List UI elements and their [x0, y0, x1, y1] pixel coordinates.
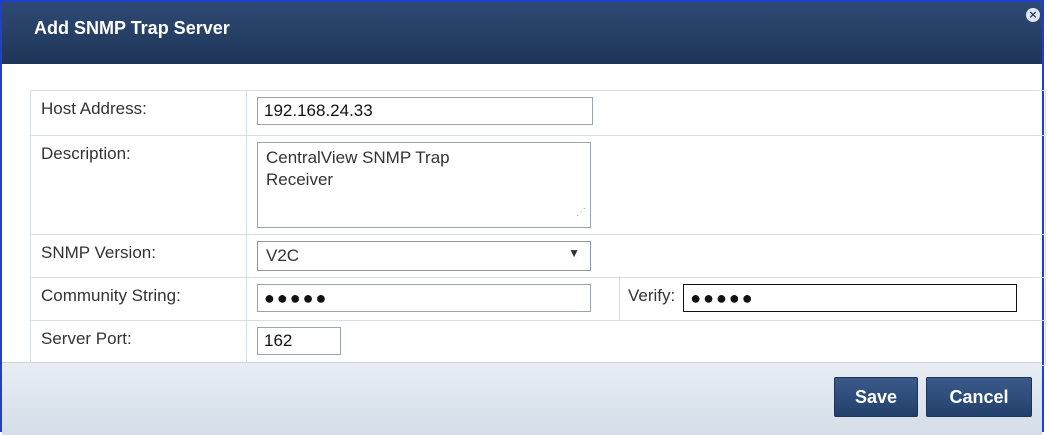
description-field-cell: CentralView SNMP Trap Receiver ⋰ — [247, 136, 1045, 234]
snmp-version-select[interactable]: V2C ▼ — [257, 241, 591, 271]
dialog-footer: Save Cancel — [2, 362, 1042, 435]
host-address-label: Host Address: — [31, 91, 247, 135]
snmp-version-row: SNMP Version: V2C ▼ — [30, 234, 1046, 277]
community-string-row: Community String: ●●●●● Verify: ●●●●● — [30, 277, 1046, 320]
verify-input[interactable]: ●●●●● — [683, 284, 1018, 312]
description-textarea[interactable]: CentralView SNMP Trap Receiver ⋰ — [257, 142, 591, 228]
save-button[interactable]: Save — [834, 377, 918, 417]
host-address-row: Host Address: 192.168.24.33 — [30, 90, 1046, 135]
server-port-field-cell: 162 — [247, 321, 1045, 365]
host-address-field-cell: 192.168.24.33 — [247, 91, 1045, 135]
resize-handle-icon[interactable]: ⋰ — [576, 202, 586, 224]
server-port-row: Server Port: 162 — [30, 320, 1046, 366]
server-port-label: Server Port: — [31, 321, 247, 365]
add-snmp-trap-server-dialog: Add SNMP Trap Server × Host Address: 192… — [0, 0, 1046, 435]
divider — [591, 278, 620, 320]
dialog-title: Add SNMP Trap Server — [34, 18, 230, 38]
cancel-button[interactable]: Cancel — [926, 377, 1032, 417]
community-string-input[interactable]: ●●●●● — [257, 284, 591, 312]
community-string-label: Community String: — [31, 278, 247, 320]
verify-label: Verify: — [628, 286, 676, 305]
dialog-titlebar: Add SNMP Trap Server × — [2, 2, 1042, 64]
host-address-input[interactable]: 192.168.24.33 — [257, 97, 593, 125]
close-icon[interactable]: × — [1026, 8, 1040, 22]
description-label: Description: — [31, 136, 247, 234]
description-line2: Receiver — [266, 170, 334, 189]
community-string-field-cell: ●●●●● Verify: ●●●●● — [247, 278, 1045, 320]
snmp-version-field-cell: V2C ▼ — [247, 235, 1045, 277]
snmp-version-value: V2C — [266, 246, 300, 265]
description-row: Description: CentralView SNMP Trap Recei… — [30, 135, 1046, 234]
description-line1: CentralView SNMP Trap — [266, 148, 450, 167]
snmp-version-label: SNMP Version: — [31, 235, 247, 277]
server-port-input[interactable]: 162 — [257, 327, 341, 355]
chevron-down-icon: ▼ — [568, 246, 580, 260]
snmp-form: Host Address: 192.168.24.33 Description:… — [30, 90, 1046, 366]
